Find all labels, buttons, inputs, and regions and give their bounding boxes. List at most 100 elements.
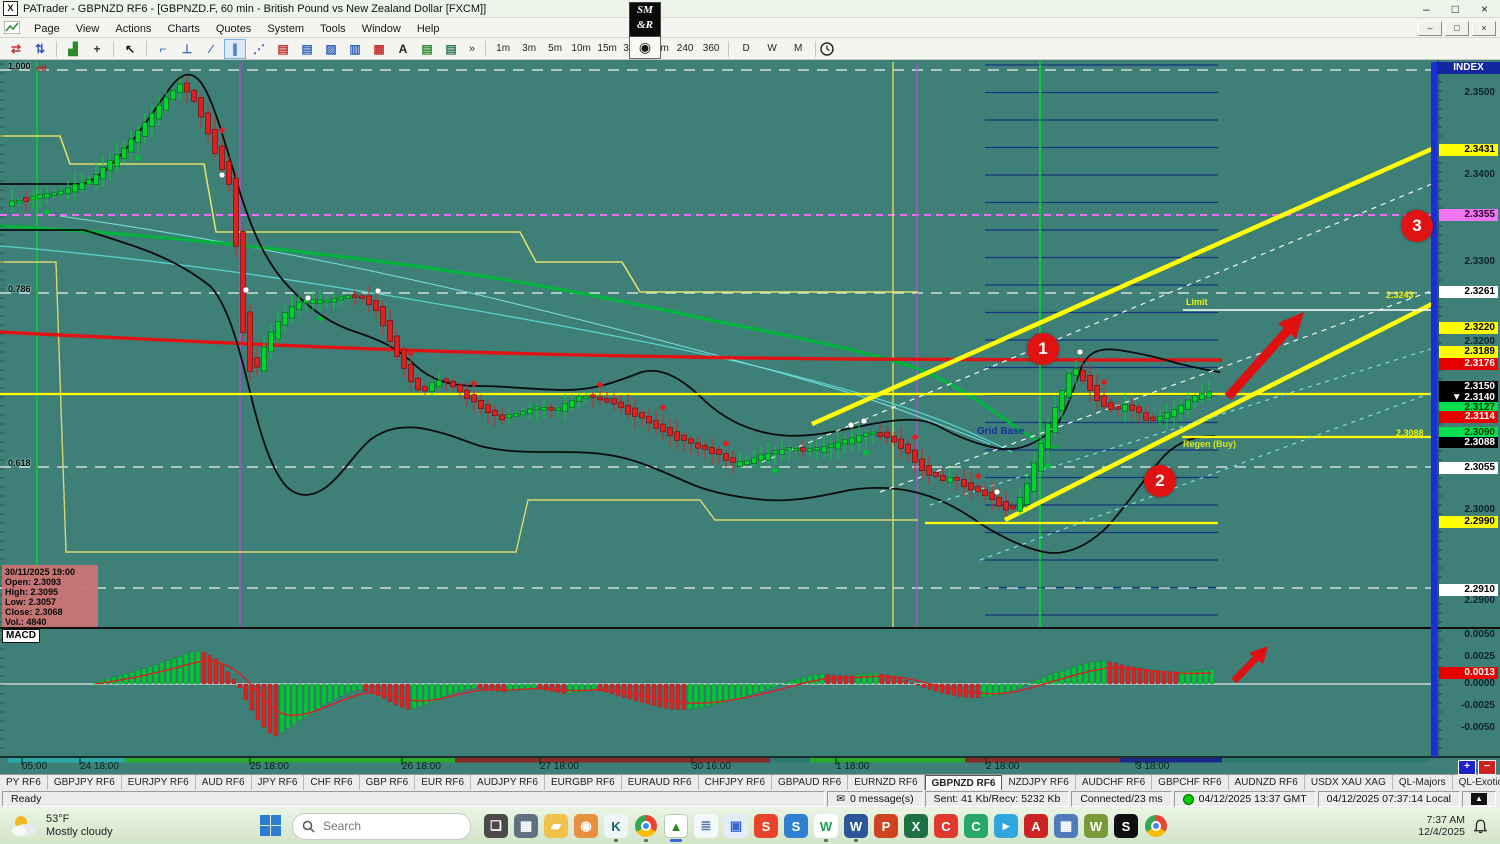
cursor-icon[interactable]: ↖ bbox=[119, 39, 141, 59]
tab-eur-rf6[interactable]: EUR RF6 bbox=[415, 775, 472, 790]
timeframe-5m[interactable]: 5m bbox=[542, 41, 568, 57]
nav-link-icon[interactable]: ⇄ bbox=[5, 39, 27, 59]
wordpress-icon[interactable]: W bbox=[1081, 809, 1111, 843]
timeframe-3m[interactable]: 3m bbox=[516, 41, 542, 57]
tab-gbp-rf6[interactable]: GBP RF6 bbox=[360, 775, 416, 790]
eye-icon[interactable]: ◉ bbox=[629, 37, 661, 59]
word-icon[interactable]: W bbox=[841, 809, 871, 843]
skype-icon[interactable]: S bbox=[781, 809, 811, 843]
timeframe-360[interactable]: 360 bbox=[698, 41, 724, 57]
smr-tray-icon[interactable]: S bbox=[1111, 809, 1141, 843]
k-notes-icon[interactable]: K bbox=[601, 809, 631, 843]
fib-retracement-icon[interactable]: ▤ bbox=[296, 39, 318, 59]
timeframe-10m[interactable]: 10m bbox=[568, 41, 594, 57]
menu-item-help[interactable]: Help bbox=[409, 21, 448, 37]
photos-icon[interactable]: ▣ bbox=[721, 809, 751, 843]
timeframe-1m[interactable]: 1m bbox=[490, 41, 516, 57]
calculator-icon[interactable]: ▦ bbox=[511, 809, 541, 843]
tab-gbpnzd-rf6[interactable]: GBPNZD RF6 bbox=[924, 775, 1003, 790]
tab-gbpchf-rf6[interactable]: GBPCHF RF6 bbox=[1152, 775, 1229, 790]
chart-region[interactable]: INDEX 2.3500 2.3431 2.3400 2.3355 2.3300 2.32… bbox=[0, 60, 1500, 775]
search-box[interactable] bbox=[292, 812, 471, 840]
timeframe-240[interactable]: 240 bbox=[672, 41, 698, 57]
trendline-icon[interactable]: ∕ bbox=[200, 39, 222, 59]
wise-icon[interactable]: W bbox=[811, 809, 841, 843]
timeframe-15m[interactable]: 15m bbox=[594, 41, 620, 57]
tab-audchf-rf6[interactable]: AUDCHF RF6 bbox=[1076, 775, 1153, 790]
copilot-icon[interactable]: ◉ bbox=[571, 809, 601, 843]
tab-ql-exotics[interactable]: QL-Exotics bbox=[1453, 775, 1500, 790]
powerpoint-icon[interactable]: P bbox=[871, 809, 901, 843]
zoom-out-button[interactable]: − bbox=[1478, 760, 1496, 775]
indicator-b-icon[interactable]: ▤ bbox=[440, 39, 462, 59]
weather-widget[interactable]: 53°F Mostly cloudy bbox=[0, 813, 240, 839]
tab-py-rf6[interactable]: PY RF6 bbox=[0, 775, 48, 790]
tab-ql-majors[interactable]: QL-Majors bbox=[1393, 775, 1453, 790]
notification-bell-icon[interactable] bbox=[1473, 819, 1488, 834]
menu-item-window[interactable]: Window bbox=[354, 21, 409, 37]
adobe-icon[interactable]: A bbox=[1021, 809, 1051, 843]
toolbar-overflow-button[interactable]: » bbox=[463, 43, 481, 55]
sublime-icon[interactable]: S bbox=[751, 809, 781, 843]
menu-item-quotes[interactable]: Quotes bbox=[208, 21, 259, 37]
browser-icon[interactable] bbox=[1141, 809, 1171, 843]
menu-item-page[interactable]: Page bbox=[26, 21, 68, 37]
indicator-a-icon[interactable]: ▤ bbox=[416, 39, 438, 59]
clickup-green-icon[interactable]: C bbox=[961, 809, 991, 843]
period-d[interactable]: D bbox=[733, 41, 759, 57]
regression-channel-icon[interactable]: ⋰ bbox=[248, 39, 270, 59]
vertical-line-icon[interactable]: ⊥ bbox=[176, 39, 198, 59]
clickup-red-icon[interactable]: C bbox=[931, 809, 961, 843]
tab-usdx-xau-xag[interactable]: USDX XAU XAG bbox=[1305, 775, 1393, 790]
menu-item-actions[interactable]: Actions bbox=[107, 21, 159, 37]
chart-canvas[interactable] bbox=[0, 60, 1500, 774]
andrews-pitchfork-icon[interactable]: ▥ bbox=[344, 39, 366, 59]
angle-line-icon[interactable]: ⌐ bbox=[152, 39, 174, 59]
zoom-in-button[interactable]: + bbox=[1458, 760, 1476, 775]
tab-eurgbp-rf6[interactable]: EURGBP RF6 bbox=[545, 775, 622, 790]
tab-gbpaud-rf6[interactable]: GBPAUD RF6 bbox=[772, 775, 849, 790]
tab-euraud-rf6[interactable]: EURAUD RF6 bbox=[622, 775, 699, 790]
folder-icon[interactable]: ▰ bbox=[541, 809, 571, 843]
parallel-channel-icon[interactable]: ∥ bbox=[224, 38, 246, 59]
clock-icon[interactable] bbox=[820, 41, 834, 56]
taskbar-clock[interactable]: 7:37 AM 12/4/2025 bbox=[1418, 814, 1465, 838]
menu-item-view[interactable]: View bbox=[68, 21, 108, 37]
remote-desktop-icon[interactable]: ▦ bbox=[1051, 809, 1081, 843]
period-m[interactable]: M bbox=[785, 41, 811, 57]
desktop-peek-icon[interactable]: ❏ bbox=[481, 809, 511, 843]
maximize-button[interactable]: □ bbox=[1452, 2, 1459, 16]
fib-extension-icon[interactable]: ▦ bbox=[368, 39, 390, 59]
period-w[interactable]: W bbox=[759, 41, 785, 57]
patrader-icon[interactable]: ▲ bbox=[661, 809, 691, 843]
close-button[interactable]: × bbox=[1481, 2, 1488, 16]
tab-chfjpy-rf6[interactable]: CHFJPY RF6 bbox=[699, 775, 773, 790]
text-label-icon[interactable]: A bbox=[392, 39, 414, 59]
mdi-close-button[interactable]: × bbox=[1472, 21, 1496, 36]
notepad-icon[interactable]: ≣ bbox=[691, 809, 721, 843]
tab-chf-rf6[interactable]: CHF RF6 bbox=[304, 775, 360, 790]
tab-aud-rf6[interactable]: AUD RF6 bbox=[196, 775, 252, 790]
tab-nzdjpy-rf6[interactable]: NZDJPY RF6 bbox=[1002, 775, 1076, 790]
minimize-button[interactable]: – bbox=[1423, 2, 1430, 16]
tab-gbpjpy-rf6[interactable]: GBPJPY RF6 bbox=[48, 775, 122, 790]
tab-audjpy-rf6[interactable]: AUDJPY RF6 bbox=[471, 775, 545, 790]
gann-fan-icon[interactable]: ▨ bbox=[320, 39, 342, 59]
crosshair-icon[interactable]: + bbox=[86, 39, 108, 59]
time-axis[interactable]: 05:00 24 18:00 25 18:00 26 18:00 27 18:00 30 … bbox=[0, 761, 1437, 774]
start-button[interactable] bbox=[260, 815, 282, 837]
telegram-icon[interactable]: ▸ bbox=[991, 809, 1021, 843]
price-levels-icon[interactable]: ▤ bbox=[272, 39, 294, 59]
macd-pane-label[interactable]: MACD bbox=[2, 629, 40, 643]
search-input[interactable] bbox=[321, 818, 445, 834]
mdi-minimize-button[interactable]: – bbox=[1418, 21, 1442, 36]
excel-icon[interactable]: X bbox=[901, 809, 931, 843]
tab-audnzd-rf6[interactable]: AUDNZD RF6 bbox=[1229, 775, 1305, 790]
tab-jpy-rf6[interactable]: JPY RF6 bbox=[252, 775, 305, 790]
price-axis[interactable]: 2.3500 2.3431 2.3400 2.3355 2.3300 2.3261 2.32… bbox=[1437, 60, 1500, 774]
chrome-icon[interactable] bbox=[631, 809, 661, 843]
chart-type-icon[interactable]: ▟ bbox=[62, 39, 84, 59]
mdi-restore-button[interactable]: □ bbox=[1445, 21, 1469, 36]
menu-item-charts[interactable]: Charts bbox=[159, 21, 207, 37]
menu-item-tools[interactable]: Tools bbox=[312, 21, 354, 37]
